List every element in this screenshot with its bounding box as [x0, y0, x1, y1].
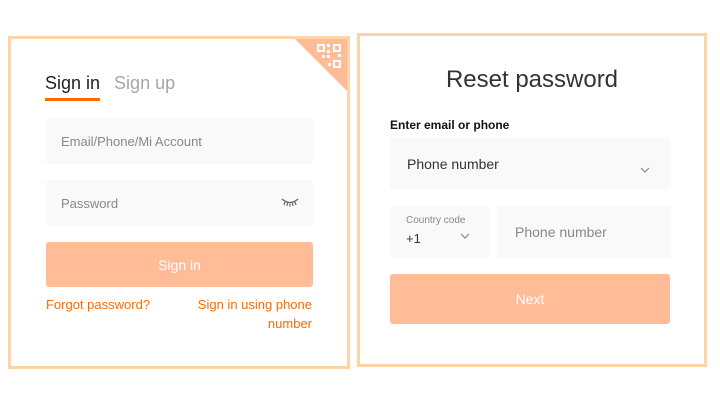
- tab-sign-up[interactable]: Sign up: [114, 73, 175, 101]
- method-label: Enter email or phone: [390, 118, 510, 132]
- chevron-down-icon: [460, 227, 470, 239]
- eye-closed-icon[interactable]: [281, 196, 299, 208]
- phone-number-input[interactable]: [515, 224, 670, 240]
- tab-sign-in[interactable]: Sign in: [45, 73, 101, 101]
- method-selected-value: Phone number: [407, 155, 499, 172]
- qr-code-icon[interactable]: [295, 39, 347, 91]
- password-input[interactable]: [61, 195, 313, 211]
- phone-sign-in-link[interactable]: Sign in using phone number: [172, 295, 312, 333]
- reset-password-card: Reset password Enter email or phone Phon…: [357, 33, 707, 367]
- country-code-label: Country code: [406, 215, 466, 226]
- forgot-password-link[interactable]: Forgot password?: [46, 295, 150, 314]
- account-field[interactable]: [46, 118, 313, 164]
- account-input[interactable]: [61, 133, 313, 149]
- signin-card: Sign in Sign up Sign in Forgot password?…: [8, 36, 350, 369]
- country-code-value: +1: [406, 231, 421, 246]
- phone-number-field[interactable]: [498, 206, 670, 258]
- next-button[interactable]: Next: [390, 274, 670, 324]
- country-code-select[interactable]: Country code +1: [390, 206, 490, 258]
- chevron-down-icon: [640, 160, 650, 173]
- method-select[interactable]: Phone number: [390, 138, 670, 189]
- page-title: Reset password: [445, 66, 619, 93]
- password-field[interactable]: [46, 180, 313, 226]
- auth-tabs: Sign in Sign up: [45, 73, 175, 101]
- sign-in-button[interactable]: Sign in: [46, 242, 313, 287]
